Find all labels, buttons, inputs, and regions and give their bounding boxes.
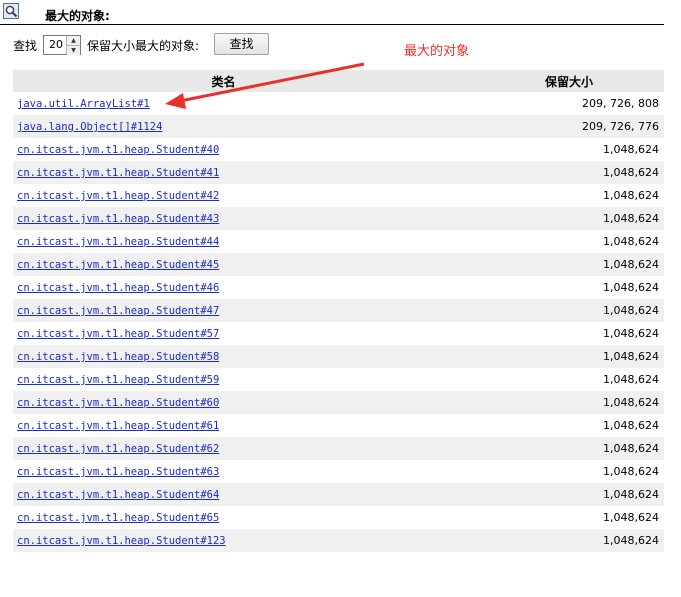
class-name-link[interactable]: cn.itcast.jvm.t1.heap.Student#123 <box>17 535 226 547</box>
class-name-link[interactable]: cn.itcast.jvm.t1.heap.Student#57 <box>17 328 219 340</box>
table-row: java.util.ArrayList#1 209, 726, 808 <box>13 92 664 115</box>
class-name-link[interactable]: cn.itcast.jvm.t1.heap.Student#47 <box>17 305 219 317</box>
class-name-link[interactable]: cn.itcast.jvm.t1.heap.Student#46 <box>17 282 219 294</box>
table-row: cn.itcast.jvm.t1.heap.Student#43 1,048,62… <box>13 207 664 230</box>
class-name-cell: cn.itcast.jvm.t1.heap.Student#123 <box>13 529 434 552</box>
retained-size-cell: 209, 726, 776 <box>434 115 664 138</box>
column-header-retained-size[interactable]: 保留大小 <box>434 70 664 92</box>
table-row: cn.itcast.jvm.t1.heap.Student#40 1,048,62… <box>13 138 664 161</box>
retained-size-cell: 1,048,624 <box>603 327 659 340</box>
retained-size-cell: 1,048,624 <box>434 391 664 414</box>
table-row: cn.itcast.jvm.t1.heap.Student#64 1,048,62… <box>13 483 664 506</box>
table-header-row: 类名 保留大小 <box>13 70 664 92</box>
retained-size-cell: 1,048,624 <box>603 373 659 386</box>
class-name-cell: cn.itcast.jvm.t1.heap.Student#44 <box>13 230 434 253</box>
retained-size-cell: 1,048,624 <box>603 511 659 524</box>
magnifier-icon <box>3 3 19 19</box>
class-name-link[interactable]: java.lang.Object[]#1124 <box>17 121 162 133</box>
table-row: cn.itcast.jvm.t1.heap.Student#58 1,048,62… <box>13 345 664 368</box>
class-name-link[interactable]: cn.itcast.jvm.t1.heap.Student#42 <box>17 190 219 202</box>
class-name-link[interactable]: cn.itcast.jvm.t1.heap.Student#62 <box>17 443 219 455</box>
table-row: cn.itcast.jvm.t1.heap.Student#44 1,048,62… <box>13 230 664 253</box>
class-name-link[interactable]: cn.itcast.jvm.t1.heap.Student#65 <box>17 512 219 524</box>
class-name-link[interactable]: cn.itcast.jvm.t1.heap.Student#58 <box>17 351 219 363</box>
class-name-cell: cn.itcast.jvm.t1.heap.Student#59 <box>13 368 434 391</box>
class-name-cell: cn.itcast.jvm.t1.heap.Student#61 <box>13 414 434 437</box>
search-bar: 查找 20 ▲ ▼ 保留大小最大的对象: <box>13 34 199 56</box>
retained-size-cell: 1,048,624 <box>603 465 659 478</box>
class-name-cell: cn.itcast.jvm.t1.heap.Student#62 <box>13 437 434 460</box>
retained-size-cell: 1,048,624 <box>603 281 659 294</box>
retained-size-cell: 1,048,624 <box>434 529 664 552</box>
class-name-cell: cn.itcast.jvm.t1.heap.Student#41 <box>13 161 434 184</box>
retained-size-cell: 1,048,624 <box>434 437 664 460</box>
class-name-link[interactable]: cn.itcast.jvm.t1.heap.Student#60 <box>17 397 219 409</box>
count-value[interactable]: 20 <box>44 36 66 54</box>
count-stepper[interactable]: 20 ▲ ▼ <box>43 35 82 55</box>
class-name-cell: cn.itcast.jvm.t1.heap.Student#65 <box>13 506 434 529</box>
class-name-cell: cn.itcast.jvm.t1.heap.Student#57 <box>13 322 434 345</box>
table-row: cn.itcast.jvm.t1.heap.Student#61 1,048,62… <box>13 414 664 437</box>
table-row: cn.itcast.jvm.t1.heap.Student#59 1,048,62… <box>13 368 664 391</box>
find-label: 查找 <box>13 38 38 53</box>
class-name-link[interactable]: cn.itcast.jvm.t1.heap.Student#61 <box>17 420 219 432</box>
class-name-cell: cn.itcast.jvm.t1.heap.Student#47 <box>13 299 434 322</box>
class-name-link[interactable]: cn.itcast.jvm.t1.heap.Student#43 <box>17 213 219 225</box>
class-name-cell: java.lang.Object[]#1124 <box>13 115 434 138</box>
table-row: cn.itcast.jvm.t1.heap.Student#65 1,048,62… <box>13 506 664 529</box>
retained-size-label: 保留大小最大的对象: <box>87 38 200 53</box>
retained-size-cell: 1,048,624 <box>603 143 659 156</box>
largest-objects-table: 类名 保留大小 java.util.ArrayList#1 209, 726, 8… <box>13 70 664 552</box>
class-name-link[interactable]: cn.itcast.jvm.t1.heap.Student#63 <box>17 466 219 478</box>
class-name-link[interactable]: cn.itcast.jvm.t1.heap.Student#40 <box>17 144 219 156</box>
retained-size-cell: 1,048,624 <box>434 345 664 368</box>
table-row: cn.itcast.jvm.t1.heap.Student#41 1,048,62… <box>13 161 664 184</box>
class-name-link[interactable]: cn.itcast.jvm.t1.heap.Student#59 <box>17 374 219 386</box>
retained-size-cell: 1,048,624 <box>434 207 664 230</box>
retained-size-cell: 209, 726, 808 <box>582 97 659 110</box>
section-title: 最大的对象: <box>45 9 110 23</box>
retained-size-cell: 1,048,624 <box>603 189 659 202</box>
column-header-class-name[interactable]: 类名 <box>13 70 434 92</box>
table-row: java.lang.Object[]#1124 209, 726, 776 <box>13 115 664 138</box>
class-name-cell: cn.itcast.jvm.t1.heap.Student#60 <box>13 391 434 414</box>
class-name-cell: cn.itcast.jvm.t1.heap.Student#64 <box>13 483 434 506</box>
table-row: cn.itcast.jvm.t1.heap.Student#63 1,048,62… <box>13 460 664 483</box>
retained-size-cell: 1,048,624 <box>603 235 659 248</box>
table-row: cn.itcast.jvm.t1.heap.Student#45 1,048,62… <box>13 253 664 276</box>
table-row: cn.itcast.jvm.t1.heap.Student#46 1,048,62… <box>13 276 664 299</box>
retained-size-cell: 1,048,624 <box>434 483 664 506</box>
class-name-cell: cn.itcast.jvm.t1.heap.Student#46 <box>13 276 434 299</box>
table-row: cn.itcast.jvm.t1.heap.Student#60 1,048,62… <box>13 391 664 414</box>
find-button[interactable]: 查找 <box>214 33 269 55</box>
table-row: cn.itcast.jvm.t1.heap.Student#62 1,048,62… <box>13 437 664 460</box>
table-row: cn.itcast.jvm.t1.heap.Student#47 1,048,62… <box>13 299 664 322</box>
class-name-link[interactable]: cn.itcast.jvm.t1.heap.Student#64 <box>17 489 219 501</box>
table-row: cn.itcast.jvm.t1.heap.Student#57 1,048,62… <box>13 322 664 345</box>
section-header: 最大的对象: <box>0 0 664 25</box>
retained-size-cell: 1,048,624 <box>434 299 664 322</box>
class-name-link[interactable]: cn.itcast.jvm.t1.heap.Student#44 <box>17 236 219 248</box>
table-row: cn.itcast.jvm.t1.heap.Student#42 1,048,62… <box>13 184 664 207</box>
class-name-cell: cn.itcast.jvm.t1.heap.Student#43 <box>13 207 434 230</box>
retained-size-cell: 1,048,624 <box>434 161 664 184</box>
class-name-cell: cn.itcast.jvm.t1.heap.Student#40 <box>13 138 434 161</box>
retained-size-cell: 1,048,624 <box>603 419 659 432</box>
class-name-link[interactable]: java.util.ArrayList#1 <box>17 98 150 110</box>
stepper-up-icon[interactable]: ▲ <box>67 36 81 45</box>
class-name-link[interactable]: cn.itcast.jvm.t1.heap.Student#45 <box>17 259 219 271</box>
stepper-down-icon[interactable]: ▼ <box>67 45 81 55</box>
class-name-cell: cn.itcast.jvm.t1.heap.Student#42 <box>13 184 434 207</box>
table-row: cn.itcast.jvm.t1.heap.Student#123 1,048,6… <box>13 529 664 552</box>
class-name-link[interactable]: cn.itcast.jvm.t1.heap.Student#41 <box>17 167 219 179</box>
retained-size-cell: 1,048,624 <box>434 253 664 276</box>
class-name-cell: cn.itcast.jvm.t1.heap.Student#45 <box>13 253 434 276</box>
class-name-cell: java.util.ArrayList#1 <box>13 92 434 115</box>
class-name-cell: cn.itcast.jvm.t1.heap.Student#63 <box>13 460 434 483</box>
class-name-cell: cn.itcast.jvm.t1.heap.Student#58 <box>13 345 434 368</box>
annotation-label: 最大的对象 <box>404 44 470 59</box>
stepper-arrows[interactable]: ▲ ▼ <box>66 36 81 55</box>
